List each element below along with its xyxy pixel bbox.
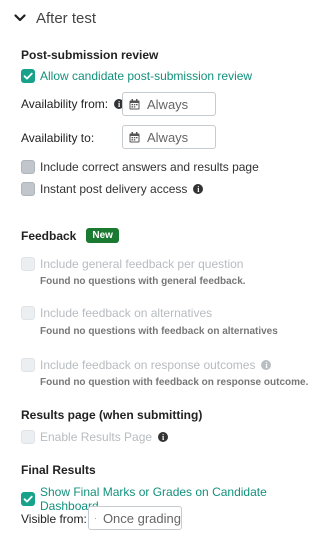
instant-access-checkbox-row[interactable]: Instant post delivery access i: [21, 182, 204, 196]
allow-review-checkbox-row[interactable]: Allow candidate post-submission review: [21, 69, 252, 83]
outcomes-feedback-checkbox-row[interactable]: Include feedback on response outcomes i: [21, 358, 272, 372]
final-results-heading: Final Results: [21, 463, 96, 477]
visible-from-label: Visible from:: [21, 512, 87, 526]
alternatives-feedback-checkbox[interactable]: [21, 306, 35, 320]
allow-review-label: Allow candidate post-submission review: [40, 69, 253, 83]
visible-from-label-row: Visible from:: [21, 512, 87, 526]
availability-to-label-row: Availability to:: [21, 131, 94, 145]
new-badge: New: [86, 228, 119, 243]
checkmark-icon: [23, 72, 33, 80]
enable-results-label: Enable Results Page: [40, 430, 153, 444]
info-icon: i: [261, 360, 272, 370]
calendar-icon: [129, 98, 140, 109]
availability-from-field[interactable]: Always: [122, 92, 216, 116]
feedback-heading-row: Feedback New: [21, 228, 119, 243]
allow-review-checkbox[interactable]: [21, 69, 35, 83]
section-header-after-test[interactable]: After test: [14, 8, 96, 28]
general-feedback-checkbox[interactable]: [21, 257, 35, 271]
info-icon[interactable]: i: [158, 432, 169, 442]
calendar-icon: [129, 131, 140, 142]
post-submission-heading: Post-submission review: [21, 48, 159, 62]
availability-to-field[interactable]: Always: [122, 125, 216, 149]
availability-to-label: Availability to:: [21, 131, 95, 145]
instant-access-checkbox[interactable]: [21, 182, 35, 196]
availability-to-value: Always: [147, 129, 189, 145]
outcomes-feedback-label: Include feedback on response outcomes: [40, 358, 256, 372]
general-feedback-note: Found no questions with general feedback…: [40, 276, 246, 287]
visible-from-value: Once grading: [102, 510, 181, 526]
alternatives-feedback-note: Found no questions with feedback on alte…: [40, 326, 278, 337]
availability-from-value: Always: [147, 96, 189, 112]
enable-results-checkbox[interactable]: [21, 430, 35, 444]
instant-access-label: Instant post delivery access: [40, 182, 188, 196]
outcomes-feedback-note: Found no question with feedback on respo…: [40, 377, 309, 388]
checkmark-icon: [23, 495, 33, 503]
availability-from-label: Availability from:: [21, 97, 109, 111]
feedback-heading: Feedback: [21, 228, 77, 243]
calendar-icon: [95, 517, 96, 519]
results-page-heading: Results page (when submitting): [21, 408, 203, 422]
include-correct-label: Include correct answers and results page: [40, 160, 259, 174]
section-title: After test: [36, 9, 97, 27]
outcomes-feedback-checkbox[interactable]: [21, 358, 35, 372]
availability-from-label-row: Availability from: i: [21, 97, 125, 111]
general-feedback-label: Include general feedback per question: [40, 257, 244, 271]
info-icon[interactable]: i: [193, 184, 204, 194]
chevron-down-icon: [14, 14, 26, 22]
enable-results-checkbox-row[interactable]: Enable Results Page i: [21, 430, 169, 444]
include-correct-checkbox[interactable]: [21, 160, 35, 174]
general-feedback-checkbox-row[interactable]: Include general feedback per question: [21, 257, 243, 271]
alternatives-feedback-label: Include feedback on alternatives: [40, 306, 213, 320]
show-final-marks-checkbox[interactable]: [21, 492, 35, 506]
alternatives-feedback-checkbox-row[interactable]: Include feedback on alternatives: [21, 306, 212, 320]
visible-from-field[interactable]: Once grading: [88, 506, 182, 530]
include-correct-checkbox-row[interactable]: Include correct answers and results page: [21, 160, 259, 174]
